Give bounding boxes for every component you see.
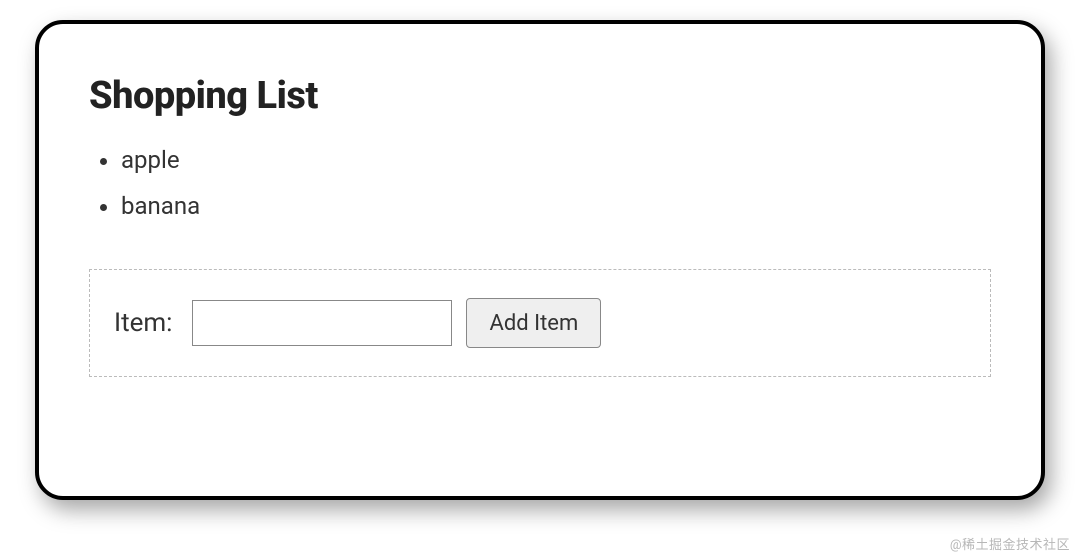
- watermark-text: @稀土掘金技术社区: [950, 534, 1070, 553]
- item-input[interactable]: [192, 300, 452, 346]
- add-item-form: Item: Add Item: [89, 269, 991, 377]
- shopping-list: apple banana: [89, 138, 991, 229]
- shopping-list-card: Shopping List apple banana Item: Add Ite…: [35, 20, 1045, 500]
- list-item: banana: [121, 184, 991, 230]
- page-title: Shopping List: [89, 74, 991, 118]
- list-item: apple: [121, 138, 991, 184]
- item-input-label: Item:: [114, 308, 172, 338]
- add-item-button[interactable]: Add Item: [466, 298, 601, 348]
